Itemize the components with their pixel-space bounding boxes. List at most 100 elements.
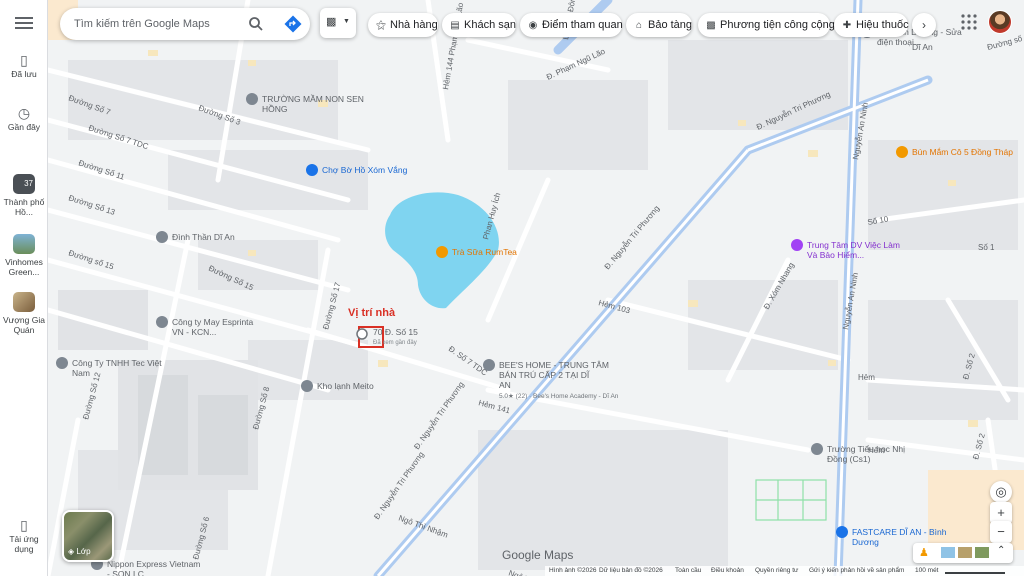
layers-label: Lớp [76, 547, 91, 556]
place-thumbnail [13, 292, 35, 312]
transit-icon: ▩ [706, 20, 716, 31]
poi-label: VN - KCN... [172, 327, 216, 337]
chevron-right-icon: › [922, 18, 926, 32]
company-icon [56, 357, 68, 369]
chip-pharmacies[interactable]: ✚ Hiệu thuốc [834, 13, 909, 37]
poi-marker[interactable]: Chợ Bờ Hồ Xóm Vắng [306, 164, 408, 176]
footer-scale[interactable]: 100 mét [915, 566, 939, 576]
transit-layer-button[interactable]: ▩ ▼ [320, 8, 356, 38]
my-location-button[interactable]: ◎ [990, 481, 1012, 503]
chip-label: Bảo tàng [648, 19, 693, 31]
rail-recent-place-1[interactable]: 37 Thành phố Hồ... [0, 174, 48, 217]
rail-recent-label: Gần đây [7, 122, 41, 132]
bottom-controls: ♟ ⌃ [913, 543, 1013, 563]
poi-marker[interactable]: Bún Mắm Cô 5 Đồng Tháp [896, 146, 1013, 158]
rail-get-app-label: Tải ứng dụng [9, 534, 39, 554]
history-icon: ◷ [17, 105, 31, 121]
medical-icon [836, 526, 848, 538]
poi-label: 5.0★ (22) · Bee's Home Academy - Dĩ An [499, 392, 619, 400]
poi-label: Công ty May Esprinta [172, 317, 254, 327]
poi-label: Và Bảo Hiểm... [807, 250, 864, 260]
footer-terms[interactable]: Điều khoản [711, 566, 744, 576]
school-icon [811, 443, 823, 455]
poi-label: FASTCARE DĨ AN - Bình [852, 527, 947, 537]
poi-label: BEE'S HOME - TRUNG TÂM [499, 360, 609, 370]
poi-label: Nam [72, 368, 90, 378]
poi-label: TRƯỜNG MẦM NON SEN [262, 94, 364, 104]
map-canvas[interactable]: Đường Số 7 Đường Số 3Đường Số 7 TDCĐường … [48, 0, 1024, 576]
chips-next-button[interactable]: › [912, 13, 936, 37]
place-badge: 37 [24, 179, 33, 188]
apps-grid-icon[interactable] [960, 13, 978, 31]
poi-marker[interactable]: Dĩ An [912, 42, 933, 52]
zoom-out-button[interactable]: − [990, 521, 1012, 543]
street-label: Số 1 [978, 243, 995, 252]
street-label: Hẻm [858, 373, 875, 382]
search-icon[interactable] [248, 16, 264, 32]
poi-label: Trà Sữa RumTea [452, 247, 517, 257]
food-icon [436, 246, 448, 258]
chip-label: Hiệu thuốc [856, 19, 909, 31]
poi-label: Đồng (Cs1) [827, 454, 871, 464]
rail-saved-label: Đã lưu [11, 69, 37, 79]
layers-button[interactable]: ◈ Lớp [62, 510, 114, 562]
poi-label: Nippon Express Vietnam [107, 559, 200, 569]
search-box [60, 8, 310, 40]
poi-label: Đình Thần Dĩ An [172, 232, 235, 242]
poi-label: AN [499, 380, 511, 390]
imagery-thumb-1[interactable] [941, 547, 955, 558]
scale-bar [945, 572, 1005, 574]
rail-place-label: Vượng Gia Quán [3, 315, 45, 335]
company-icon [156, 316, 168, 328]
search-input[interactable] [74, 8, 244, 40]
chip-hotels[interactable]: ▤ Khách sạn [442, 13, 516, 37]
imagery-thumb-3[interactable] [975, 547, 989, 558]
footer-data: Dữ liệu bản đồ ©2026 [599, 567, 663, 574]
camera-icon: ◉ [528, 20, 538, 31]
rail-place-label: Thành phố Hồ... [3, 197, 45, 217]
footer-country[interactable]: Toàn cầu [675, 566, 701, 576]
poi-label: BÁN TRÚ CẤP 2 TẠI DĨ [499, 370, 590, 380]
chevron-down-icon: ▼ [343, 18, 350, 25]
rail-saved[interactable]: ▯ Đã lưu [0, 53, 48, 79]
minus-icon: − [997, 524, 1005, 539]
market-icon [306, 164, 318, 176]
rail-recent[interactable]: ◷ Gần đây [0, 105, 48, 132]
chevron-up-icon[interactable]: ⌃ [997, 545, 1005, 556]
place-thumbnail: 37 [13, 174, 35, 194]
poi-label: Trung Tâm DV Việc Làm [807, 240, 900, 250]
chip-label: Khách sạn [464, 19, 516, 31]
my-location-icon: ◎ [995, 484, 1007, 499]
plus-icon: + [997, 505, 1005, 520]
directions-icon[interactable] [284, 15, 302, 33]
footer-privacy[interactable]: Quyền riêng tư [755, 566, 798, 576]
imagery-thumb-2[interactable] [958, 547, 972, 558]
poi-label: Bún Mắm Cô 5 Đồng Tháp [912, 147, 1013, 157]
poi-label: HỒNG [262, 103, 288, 114]
chip-restaurants[interactable]: ⚝ Nhà hàng [368, 13, 438, 37]
bus-icon: ▩ [326, 16, 337, 28]
restaurant-icon: ⚝ [376, 20, 386, 31]
school-icon [483, 359, 495, 371]
rail-place-label: Vinhomes Green... [5, 257, 43, 277]
chip-transit[interactable]: ▩ Phương tiện công cộng [698, 13, 835, 37]
pharmacy-icon: ✚ [842, 20, 852, 31]
chip-museums[interactable]: ⌂ Bảo tàng [626, 13, 692, 37]
poi-label: Kho lạnh Meito [317, 381, 374, 391]
poi-label: Công Ty TNHH Tec Việt [72, 358, 162, 368]
hotel-icon: ▤ [450, 20, 460, 31]
avatar[interactable] [988, 10, 1012, 34]
chip-label: Nhà hàng [390, 19, 438, 31]
footer-feedback[interactable]: Gửi ý kiến phản hồi về sản phẩm [809, 566, 904, 576]
house-annotation-label: Vị trí nhà [348, 307, 396, 319]
service-icon [791, 239, 803, 251]
place-thumbnail [13, 234, 35, 254]
rail-recent-place-3[interactable]: Vượng Gia Quán [0, 292, 48, 335]
rail-recent-place-2[interactable]: Vinhomes Green... [0, 234, 48, 277]
chip-attractions[interactable]: ◉ Điểm tham quan [520, 13, 623, 37]
rail-get-app[interactable]: ▯ Tải ứng dụng [0, 518, 48, 554]
landmark-icon [156, 231, 168, 243]
pegman-icon[interactable]: ♟ [919, 546, 929, 559]
footer-imagery: Hình ảnh ©2026 [549, 567, 597, 574]
menu-button[interactable] [12, 14, 36, 34]
